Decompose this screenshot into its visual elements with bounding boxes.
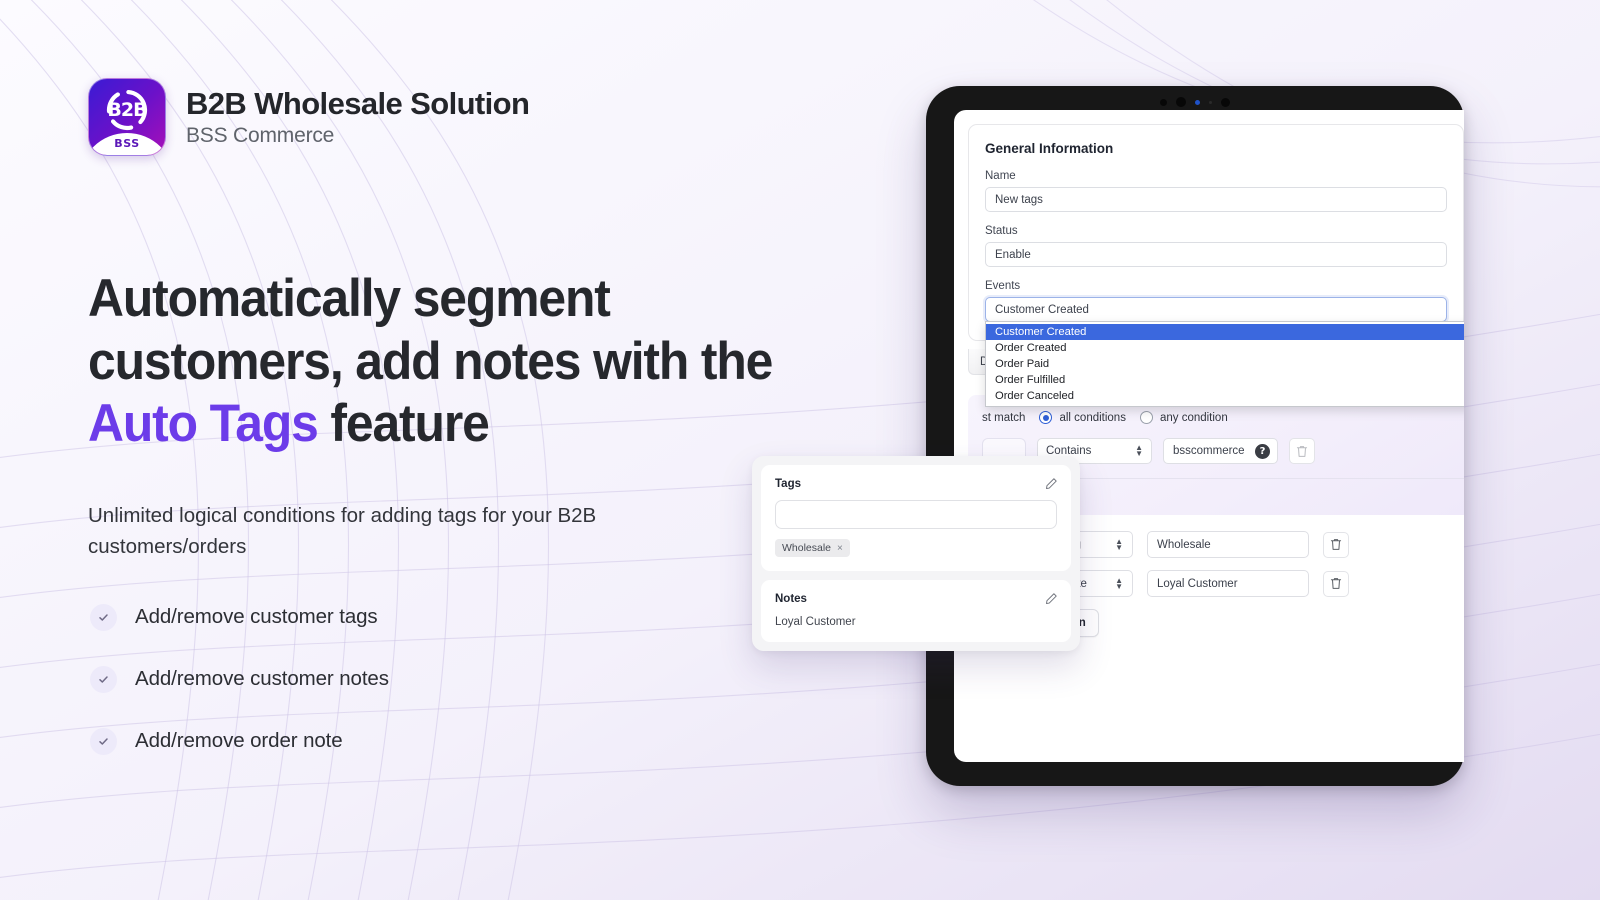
check-icon [90,728,117,755]
delete-action-button[interactable] [1323,532,1349,558]
camera-sensor-icon [1160,99,1167,106]
name-label: Name [985,170,1447,182]
radio-all-conditions-label: all conditions [1059,412,1125,424]
condition-value-text: bsscommerce [1173,445,1245,457]
notes-value: Loyal Customer [775,616,1057,628]
status-select[interactable]: Enable [985,242,1447,267]
tablet-screen: General Information Name New tags Status… [954,110,1464,762]
radio-all-conditions[interactable]: all conditions [1039,411,1125,424]
notes-card-title: Notes [775,593,1057,605]
microphone-icon [1209,101,1212,104]
dropdown-option-order-fulfilled[interactable]: Order Fulfilled [986,372,1464,388]
action-value-input[interactable]: Wholesale [1147,531,1309,558]
chevron-updown-icon: ▲▼ [1115,578,1123,590]
tags-card-title: Tags [775,478,1057,490]
pencil-icon[interactable] [1045,592,1058,610]
brand-title: B2B Wholesale Solution [186,86,529,122]
dropdown-option-order-created[interactable]: Order Created [986,340,1464,356]
condition-value-input[interactable]: bsscommerce ? [1163,438,1278,464]
status-led-icon [1195,100,1200,105]
must-match-label: st match [982,412,1025,424]
tags-input[interactable] [775,500,1057,529]
brand-subtitle: BSS Commerce [186,124,529,148]
events-dropdown-menu[interactable]: Customer Created Order Created Order Pai… [985,321,1464,407]
close-icon[interactable]: × [837,543,843,554]
list-item-label: Add/remove customer tags [135,605,378,629]
brand-header: B2B BSS B2B Wholesale Solution BSS Comme… [88,78,529,156]
notes-card: Notes Loyal Customer [761,580,1071,642]
check-icon [90,666,117,693]
hero-subheading: Unlimited logical conditions for adding … [88,500,648,562]
general-information-card: General Information Name New tags Status… [968,124,1464,341]
action-value-input[interactable]: Loyal Customer [1147,570,1309,597]
dropdown-option-order-paid[interactable]: Order Paid [986,356,1464,372]
hero-left-column: B2B BSS B2B Wholesale Solution BSS Comme… [88,0,888,900]
headline-accent: Auto Tags [88,394,318,453]
trash-icon [1296,445,1308,458]
list-item: Add/remove customer tags [90,586,389,648]
camera-lens-icon [1176,97,1186,107]
list-item-label: Add/remove customer notes [135,667,389,691]
check-icon [90,604,117,631]
pencil-icon[interactable] [1045,477,1058,495]
app-logo: B2B BSS [88,78,166,156]
camera-lens-secondary-icon [1221,98,1230,107]
logo-b2b-text: B2B [89,99,165,121]
tags-card: Tags Wholesale × [761,465,1071,571]
tag-chip[interactable]: Wholesale × [775,539,850,557]
feature-bullet-list: Add/remove customer tags Add/remove cust… [90,586,389,772]
logo-bss-text: BSS [89,137,165,150]
events-label: Events [985,280,1447,292]
events-select[interactable]: Customer Created [985,297,1447,322]
name-input[interactable]: New tags [985,187,1447,212]
headline-part-2: feature [318,394,489,453]
dropdown-option-customer-created[interactable]: Customer Created [986,324,1464,340]
list-item: Add/remove order note [90,710,389,772]
radio-button-icon[interactable] [1039,411,1052,424]
dropdown-option-order-canceled[interactable]: Order Canceled [986,388,1464,404]
list-item: Add/remove customer notes [90,648,389,710]
tag-chip-label: Wholesale [782,542,831,554]
question-mark-icon[interactable]: ? [1255,444,1270,459]
chevron-updown-icon: ▲▼ [1135,445,1143,457]
delete-condition-button[interactable] [1289,438,1315,464]
radio-any-condition[interactable]: any condition [1140,411,1228,424]
list-item-label: Add/remove order note [135,729,343,753]
trash-icon [1330,538,1342,551]
status-label: Status [985,225,1447,237]
radio-button-icon[interactable] [1140,411,1153,424]
headline-part-1: Automatically segment customers, add not… [88,269,772,391]
card-title: General Information [985,141,1447,156]
radio-any-condition-label: any condition [1160,412,1228,424]
page-title: Automatically segment customers, add not… [88,268,784,456]
trash-icon [1330,577,1342,590]
delete-action-button[interactable] [1323,571,1349,597]
chevron-updown-icon: ▲▼ [1115,539,1123,551]
tablet-camera-row [926,97,1464,107]
floating-tags-notes-panel: Tags Wholesale × Notes Loyal Customer [752,456,1080,651]
tablet-device-mockup: General Information Name New tags Status… [926,86,1464,786]
conditions-match-header: st match all conditions any condition [982,411,1450,424]
